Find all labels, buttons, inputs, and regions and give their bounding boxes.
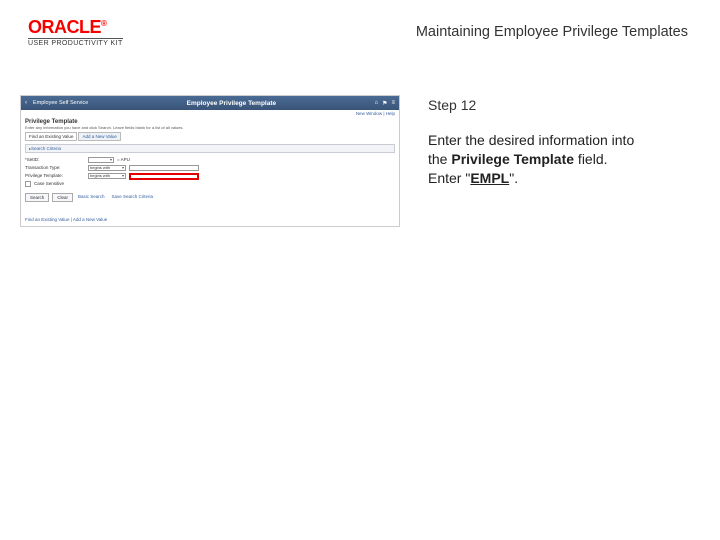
search-criteria-header[interactable]: Search Criteria <box>26 145 394 152</box>
instr-entry-value: EMPL <box>470 170 509 186</box>
doc-title: Maintaining Employee Privilege Templates <box>416 18 688 40</box>
instr-line3c: ". <box>509 170 518 186</box>
op-trans-type[interactable]: begins with <box>88 165 126 171</box>
content-row: ‹ Employee Self Service Employee Privile… <box>0 55 720 237</box>
doc-header: ORACLE® USER PRODUCTIVITY KIT Maintainin… <box>0 0 720 55</box>
step-label: Step 12 <box>428 97 688 113</box>
app-screenshot: ‹ Employee Self Service Employee Privile… <box>20 95 400 227</box>
instr-line2a: the <box>428 151 451 167</box>
oracle-logo-subtitle: USER PRODUCTIVITY KIT <box>28 38 123 47</box>
instr-field-name: Privilege Template <box>451 151 574 167</box>
instr-line2c: field. <box>574 151 607 167</box>
save-search-link[interactable]: Save Search Criteria <box>110 193 156 202</box>
oracle-logo: ORACLE® <box>28 18 123 36</box>
label-case-sensitive: Case Sensitive <box>34 181 64 188</box>
row-trans-type: Transaction Type: begins with <box>25 165 395 172</box>
top-link-row[interactable]: New Window | Help <box>21 110 399 117</box>
menu-icon[interactable]: ≡ <box>391 100 395 107</box>
row-setid: *SetID: = APU <box>25 157 395 164</box>
search-button[interactable]: Search <box>25 193 49 202</box>
label-priv-template: Privilege Template: <box>25 173 85 180</box>
oracle-logo-tm: ® <box>101 19 106 28</box>
label-setid: *SetID: <box>25 157 85 164</box>
clear-button[interactable]: Clear <box>52 193 73 202</box>
basic-search-link[interactable]: Basic Search <box>76 193 107 202</box>
oracle-logo-block: ORACLE® USER PRODUCTIVITY KIT <box>28 18 123 47</box>
page-subtext: Enter any information you have and click… <box>21 125 399 132</box>
checkbox-case-sensitive[interactable] <box>25 181 31 187</box>
instr-line1: Enter the desired information into <box>428 132 634 148</box>
navbar-title: Employee Privilege Template <box>94 100 368 107</box>
search-criteria-section: Search Criteria <box>25 144 395 153</box>
op-setid[interactable] <box>88 157 114 163</box>
oracle-logo-text: ORACLE <box>28 17 101 37</box>
back-icon[interactable]: ‹ <box>25 100 27 106</box>
tab-row: Find an Existing Value Add a New Value <box>21 132 399 141</box>
button-row: Search Clear Basic Search Save Search Cr… <box>21 190 399 205</box>
instruction-text: Enter the desired information into the P… <box>428 131 688 188</box>
input-priv-template[interactable] <box>129 173 199 180</box>
instruction-panel: Step 12 Enter the desired information in… <box>428 95 688 227</box>
home-icon[interactable]: ⌂ <box>374 100 378 107</box>
search-form: *SetID: = APU Transaction Type: begins w… <box>21 153 399 190</box>
flag-icon[interactable]: ⚑ <box>382 100 387 107</box>
row-priv-template: Privilege Template: begins with <box>25 173 395 180</box>
row-case-sensitive: Case Sensitive <box>25 181 395 188</box>
app-top-bar: ‹ Employee Self Service Employee Privile… <box>21 96 399 110</box>
page-heading: Privilege Template <box>21 117 399 125</box>
footer-links[interactable]: Find an Existing Value | Add a New Value <box>21 205 399 226</box>
tab-add-new[interactable]: Add a New Value <box>78 132 120 141</box>
value-setid: = APU <box>117 157 130 164</box>
navbar-context: Employee Self Service <box>33 100 88 106</box>
instr-line3a: Enter " <box>428 170 470 186</box>
input-trans-type[interactable] <box>129 165 199 171</box>
tab-find-existing[interactable]: Find an Existing Value <box>25 132 77 141</box>
label-trans-type: Transaction Type: <box>25 165 85 172</box>
op-priv-template[interactable]: begins with <box>88 173 126 179</box>
